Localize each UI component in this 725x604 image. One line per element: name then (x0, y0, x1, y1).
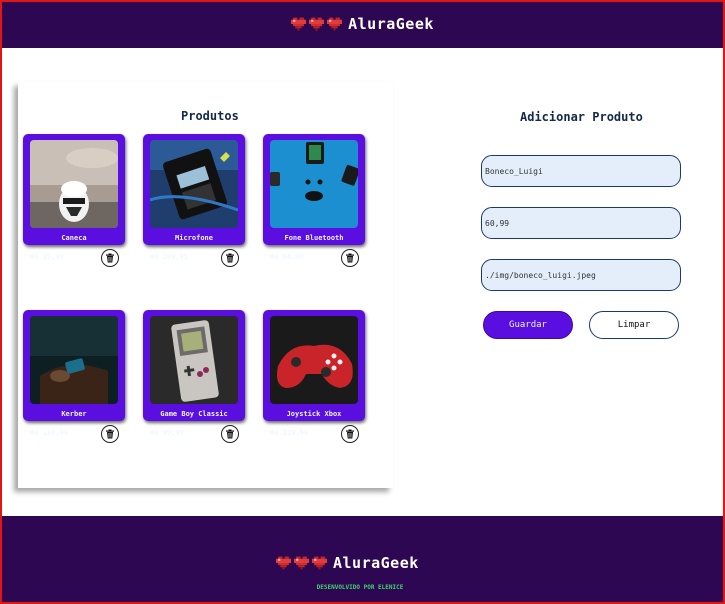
product-price: R$ 219,99 (270, 429, 308, 437)
footer-credit: DESENVOLVIDO POR ELENICE (316, 584, 404, 591)
clear-button[interactable]: Limpar (589, 311, 679, 339)
add-product-title: Adicionar Produto (520, 110, 643, 124)
footer-logo[interactable]: AluraGeek (276, 554, 419, 572)
product-price-input[interactable] (481, 207, 681, 239)
product-image-input[interactable] (481, 259, 681, 291)
pixel-heart-icon (312, 556, 327, 570)
product-name: Caneca (61, 234, 87, 242)
products-title: Produtos (181, 109, 239, 123)
product-name: Game Boy Classic (160, 410, 228, 418)
product-image (30, 140, 118, 228)
product-image (270, 140, 358, 228)
app-header: AluraGeek (0, 0, 725, 48)
trash-icon (225, 429, 235, 439)
delete-product-button[interactable] (221, 249, 239, 267)
product-price: R$ 109,95 (150, 253, 188, 261)
product-price: R$ 84,90 (270, 253, 304, 261)
delete-product-button[interactable] (101, 249, 119, 267)
pixel-heart-icon (291, 17, 306, 31)
product-image (150, 140, 238, 228)
product-card: Fone Bluetooth R$ 84,90 (263, 134, 365, 267)
product-name: Joystick Xbox (286, 410, 342, 418)
trash-icon (105, 429, 115, 439)
pixel-heart-icon (276, 556, 291, 570)
product-name: Fone Bluetooth (284, 234, 344, 242)
brand-name: AluraGeek (333, 554, 419, 572)
app-footer: AluraGeek DESENVOLVIDO POR ELENICE (0, 516, 725, 604)
product-card: Microfone R$ 109,95 (143, 134, 245, 267)
product-card: Game Boy Classic R$ 99,99 (143, 310, 245, 443)
product-card: Joystick Xbox R$ 219,99 (263, 310, 365, 443)
product-name-input[interactable] (481, 155, 681, 187)
trash-icon (345, 253, 355, 263)
trash-icon (105, 253, 115, 263)
pixel-heart-icon (309, 17, 324, 31)
product-image (150, 316, 238, 404)
delete-product-button[interactable] (341, 249, 359, 267)
trash-icon (225, 253, 235, 263)
delete-product-button[interactable] (101, 425, 119, 443)
logo-hearts (276, 556, 327, 570)
product-card: Caneca R$ 39,99 (23, 134, 125, 267)
save-button[interactable]: Guardar (483, 311, 573, 339)
delete-product-button[interactable] (341, 425, 359, 443)
product-name: Microfone (175, 234, 213, 242)
product-card: Kerber R$ 134,99 (23, 310, 125, 443)
product-price: R$ 99,99 (150, 429, 184, 437)
product-price: R$ 134,99 (30, 429, 68, 437)
delete-product-button[interactable] (221, 425, 239, 443)
product-image (30, 316, 118, 404)
header-logo[interactable]: AluraGeek (291, 15, 434, 33)
product-price: R$ 39,99 (30, 253, 64, 261)
product-name: Kerber (61, 410, 87, 418)
product-image (270, 316, 358, 404)
logo-hearts (291, 17, 342, 31)
brand-name: AluraGeek (348, 15, 434, 33)
trash-icon (345, 429, 355, 439)
pixel-heart-icon (327, 17, 342, 31)
pixel-heart-icon (294, 556, 309, 570)
